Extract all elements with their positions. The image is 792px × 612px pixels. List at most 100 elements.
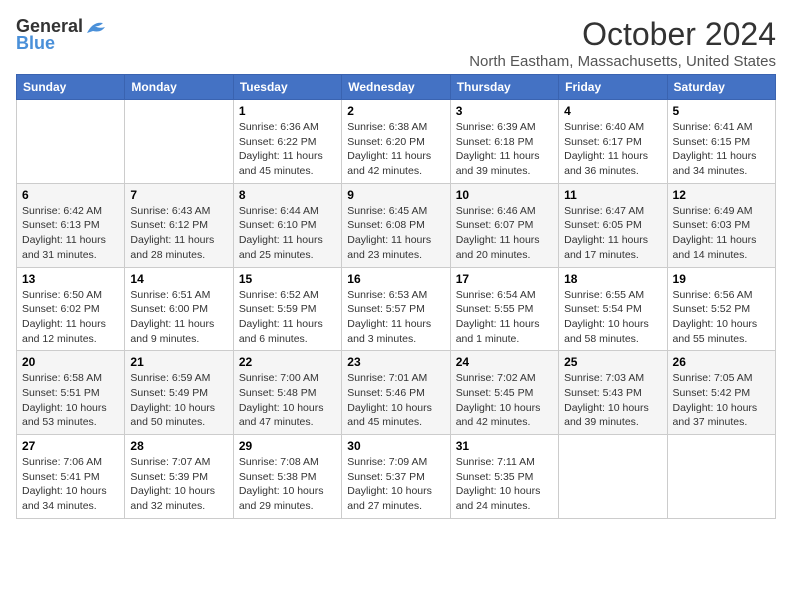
header-tuesday: Tuesday [233,75,341,100]
day-number: 13 [22,272,119,286]
calendar-cell: 18 Sunrise: 6:55 AM Sunset: 5:54 PM Dayl… [559,267,667,351]
day-number: 9 [347,188,444,202]
calendar-cell: 17 Sunrise: 6:54 AM Sunset: 5:55 PM Dayl… [450,267,558,351]
cell-content: Sunrise: 6:52 AM Sunset: 5:59 PM Dayligh… [239,288,336,347]
day-number: 31 [456,439,553,453]
calendar-cell: 5 Sunrise: 6:41 AM Sunset: 6:15 PM Dayli… [667,100,775,184]
cell-content: Sunrise: 7:06 AM Sunset: 5:41 PM Dayligh… [22,455,119,514]
day-number: 5 [673,104,770,118]
cell-content: Sunrise: 7:11 AM Sunset: 5:35 PM Dayligh… [456,455,553,514]
day-number: 18 [564,272,661,286]
calendar-cell [125,100,233,184]
location: North Eastham, Massachusetts, United Sta… [469,53,776,70]
calendar-cell: 6 Sunrise: 6:42 AM Sunset: 6:13 PM Dayli… [17,183,125,267]
day-number: 12 [673,188,770,202]
cell-content: Sunrise: 6:44 AM Sunset: 6:10 PM Dayligh… [239,204,336,263]
day-number: 20 [22,355,119,369]
calendar-cell: 7 Sunrise: 6:43 AM Sunset: 6:12 PM Dayli… [125,183,233,267]
calendar-cell: 9 Sunrise: 6:45 AM Sunset: 6:08 PM Dayli… [342,183,450,267]
header-monday: Monday [125,75,233,100]
calendar-cell: 22 Sunrise: 7:00 AM Sunset: 5:48 PM Dayl… [233,351,341,435]
calendar-cell: 26 Sunrise: 7:05 AM Sunset: 5:42 PM Dayl… [667,351,775,435]
page-header: General Blue October 2024 North Eastham,… [16,16,776,70]
cell-content: Sunrise: 7:09 AM Sunset: 5:37 PM Dayligh… [347,455,444,514]
cell-content: Sunrise: 6:47 AM Sunset: 6:05 PM Dayligh… [564,204,661,263]
day-number: 1 [239,104,336,118]
day-number: 10 [456,188,553,202]
calendar-cell: 10 Sunrise: 6:46 AM Sunset: 6:07 PM Dayl… [450,183,558,267]
day-number: 25 [564,355,661,369]
calendar-cell: 29 Sunrise: 7:08 AM Sunset: 5:38 PM Dayl… [233,435,341,519]
calendar-cell: 30 Sunrise: 7:09 AM Sunset: 5:37 PM Dayl… [342,435,450,519]
day-number: 11 [564,188,661,202]
calendar-cell: 3 Sunrise: 6:39 AM Sunset: 6:18 PM Dayli… [450,100,558,184]
calendar-cell: 19 Sunrise: 6:56 AM Sunset: 5:52 PM Dayl… [667,267,775,351]
cell-content: Sunrise: 6:59 AM Sunset: 5:49 PM Dayligh… [130,371,227,430]
calendar-cell: 20 Sunrise: 6:58 AM Sunset: 5:51 PM Dayl… [17,351,125,435]
calendar-week-3: 20 Sunrise: 6:58 AM Sunset: 5:51 PM Dayl… [17,351,776,435]
day-number: 7 [130,188,227,202]
day-number: 24 [456,355,553,369]
logo: General Blue [16,16,107,54]
cell-content: Sunrise: 6:46 AM Sunset: 6:07 PM Dayligh… [456,204,553,263]
calendar-cell [17,100,125,184]
day-number: 8 [239,188,336,202]
header-sunday: Sunday [17,75,125,100]
day-number: 27 [22,439,119,453]
day-number: 15 [239,272,336,286]
day-number: 29 [239,439,336,453]
cell-content: Sunrise: 6:49 AM Sunset: 6:03 PM Dayligh… [673,204,770,263]
cell-content: Sunrise: 6:56 AM Sunset: 5:52 PM Dayligh… [673,288,770,347]
cell-content: Sunrise: 6:50 AM Sunset: 6:02 PM Dayligh… [22,288,119,347]
day-number: 22 [239,355,336,369]
cell-content: Sunrise: 6:36 AM Sunset: 6:22 PM Dayligh… [239,120,336,179]
cell-content: Sunrise: 6:55 AM Sunset: 5:54 PM Dayligh… [564,288,661,347]
calendar-cell: 2 Sunrise: 6:38 AM Sunset: 6:20 PM Dayli… [342,100,450,184]
day-number: 21 [130,355,227,369]
day-number: 28 [130,439,227,453]
calendar-table: SundayMondayTuesdayWednesdayThursdayFrid… [16,74,776,519]
day-number: 14 [130,272,227,286]
calendar-cell: 23 Sunrise: 7:01 AM Sunset: 5:46 PM Dayl… [342,351,450,435]
month-title: October 2024 [469,16,776,53]
day-number: 26 [673,355,770,369]
calendar-cell: 1 Sunrise: 6:36 AM Sunset: 6:22 PM Dayli… [233,100,341,184]
title-section: October 2024 North Eastham, Massachusett… [469,16,776,70]
calendar-cell: 4 Sunrise: 6:40 AM Sunset: 6:17 PM Dayli… [559,100,667,184]
day-number: 6 [22,188,119,202]
calendar-cell: 27 Sunrise: 7:06 AM Sunset: 5:41 PM Dayl… [17,435,125,519]
calendar-week-2: 13 Sunrise: 6:50 AM Sunset: 6:02 PM Dayl… [17,267,776,351]
logo-bird-icon [85,19,107,35]
calendar-cell: 15 Sunrise: 6:52 AM Sunset: 5:59 PM Dayl… [233,267,341,351]
header-thursday: Thursday [450,75,558,100]
cell-content: Sunrise: 6:58 AM Sunset: 5:51 PM Dayligh… [22,371,119,430]
calendar-cell: 28 Sunrise: 7:07 AM Sunset: 5:39 PM Dayl… [125,435,233,519]
day-number: 3 [456,104,553,118]
calendar-week-1: 6 Sunrise: 6:42 AM Sunset: 6:13 PM Dayli… [17,183,776,267]
logo-blue: Blue [16,33,55,54]
calendar-cell: 25 Sunrise: 7:03 AM Sunset: 5:43 PM Dayl… [559,351,667,435]
cell-content: Sunrise: 7:05 AM Sunset: 5:42 PM Dayligh… [673,371,770,430]
calendar-cell: 13 Sunrise: 6:50 AM Sunset: 6:02 PM Dayl… [17,267,125,351]
calendar-cell: 12 Sunrise: 6:49 AM Sunset: 6:03 PM Dayl… [667,183,775,267]
header-saturday: Saturday [667,75,775,100]
calendar-cell [559,435,667,519]
cell-content: Sunrise: 7:03 AM Sunset: 5:43 PM Dayligh… [564,371,661,430]
cell-content: Sunrise: 7:00 AM Sunset: 5:48 PM Dayligh… [239,371,336,430]
cell-content: Sunrise: 6:40 AM Sunset: 6:17 PM Dayligh… [564,120,661,179]
cell-content: Sunrise: 6:38 AM Sunset: 6:20 PM Dayligh… [347,120,444,179]
calendar-header-row: SundayMondayTuesdayWednesdayThursdayFrid… [17,75,776,100]
calendar-cell: 24 Sunrise: 7:02 AM Sunset: 5:45 PM Dayl… [450,351,558,435]
cell-content: Sunrise: 7:07 AM Sunset: 5:39 PM Dayligh… [130,455,227,514]
cell-content: Sunrise: 6:39 AM Sunset: 6:18 PM Dayligh… [456,120,553,179]
calendar-week-4: 27 Sunrise: 7:06 AM Sunset: 5:41 PM Dayl… [17,435,776,519]
day-number: 2 [347,104,444,118]
calendar-cell: 8 Sunrise: 6:44 AM Sunset: 6:10 PM Dayli… [233,183,341,267]
cell-content: Sunrise: 6:51 AM Sunset: 6:00 PM Dayligh… [130,288,227,347]
calendar-week-0: 1 Sunrise: 6:36 AM Sunset: 6:22 PM Dayli… [17,100,776,184]
calendar-cell [667,435,775,519]
cell-content: Sunrise: 6:54 AM Sunset: 5:55 PM Dayligh… [456,288,553,347]
header-wednesday: Wednesday [342,75,450,100]
cell-content: Sunrise: 7:01 AM Sunset: 5:46 PM Dayligh… [347,371,444,430]
calendar-cell: 31 Sunrise: 7:11 AM Sunset: 5:35 PM Dayl… [450,435,558,519]
